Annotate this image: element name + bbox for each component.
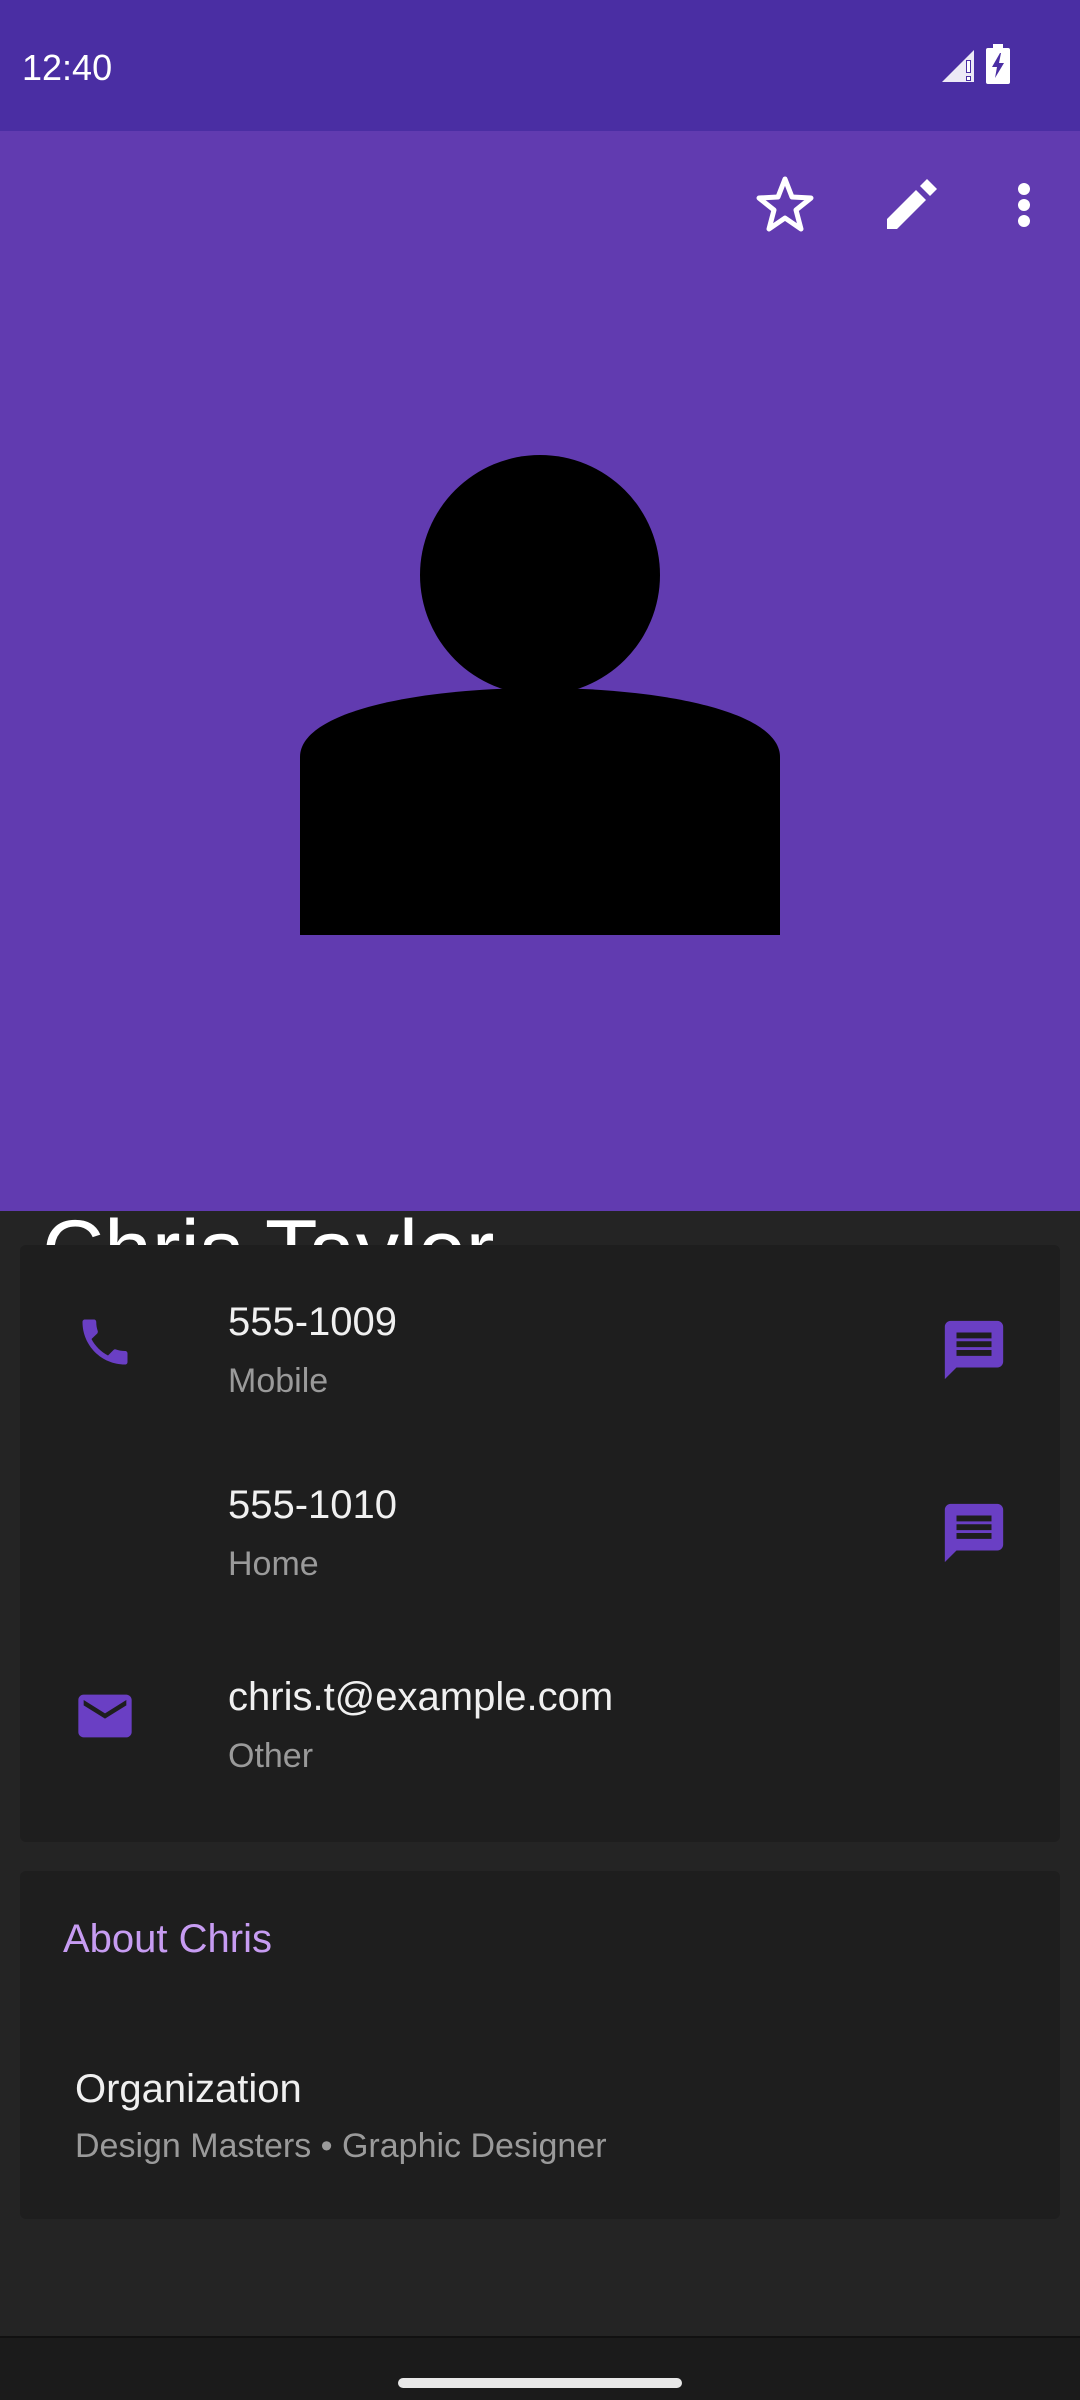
message-icon [944, 1320, 1004, 1380]
email-label: Other [228, 1737, 314, 1775]
phone-icon [82, 1319, 128, 1365]
person-silhouette-icon [300, 455, 780, 935]
status-icons [940, 0, 1080, 131]
more-vert-icon [1018, 183, 1030, 227]
organization-detail: Design Masters • Graphic Designer [75, 2127, 607, 2165]
organization-title: Organization [75, 2067, 302, 2111]
favorite-button[interactable] [741, 161, 829, 249]
home-gesture-handle[interactable] [398, 2378, 682, 2388]
battery-charging-icon [986, 44, 1010, 84]
signal-icon [942, 50, 974, 82]
phone-number-mobile: 555-1009 [228, 1300, 398, 1344]
edit-pencil-icon [887, 179, 937, 229]
contact-header: Chris Taylor [0, 131, 1080, 1299]
phone-label-home: Home [228, 1545, 319, 1583]
email-address: chris.t@example.com [228, 1675, 614, 1719]
email-icon [78, 1694, 132, 1738]
navigation-bar [0, 2338, 1080, 2400]
message-button-mobile[interactable] [939, 1315, 1009, 1385]
edit-button[interactable] [867, 161, 955, 249]
organization-row[interactable] [20, 2040, 1060, 2200]
status-bar: 12:40 [0, 0, 1080, 131]
contact-info-card: 555-1009 Mobile 555-1010 Home chris.t@ex… [20, 1245, 1060, 1842]
phone-label-mobile: Mobile [228, 1362, 329, 1400]
phone-row-mobile[interactable]: 555-1009 Mobile [20, 1245, 1060, 1425]
phone-number-home: 555-1010 [228, 1483, 398, 1527]
star-outline-icon [756, 176, 814, 232]
about-title: About Chris [63, 1917, 272, 1961]
message-icon [944, 1503, 1004, 1563]
message-button-home[interactable] [939, 1498, 1009, 1568]
status-time: 12:40 [22, 47, 113, 88]
more-options-button[interactable] [980, 161, 1068, 249]
phone-row-home[interactable]: 555-1010 Home [20, 1425, 1060, 1615]
email-row[interactable]: chris.t@example.com Other [20, 1615, 1060, 1815]
